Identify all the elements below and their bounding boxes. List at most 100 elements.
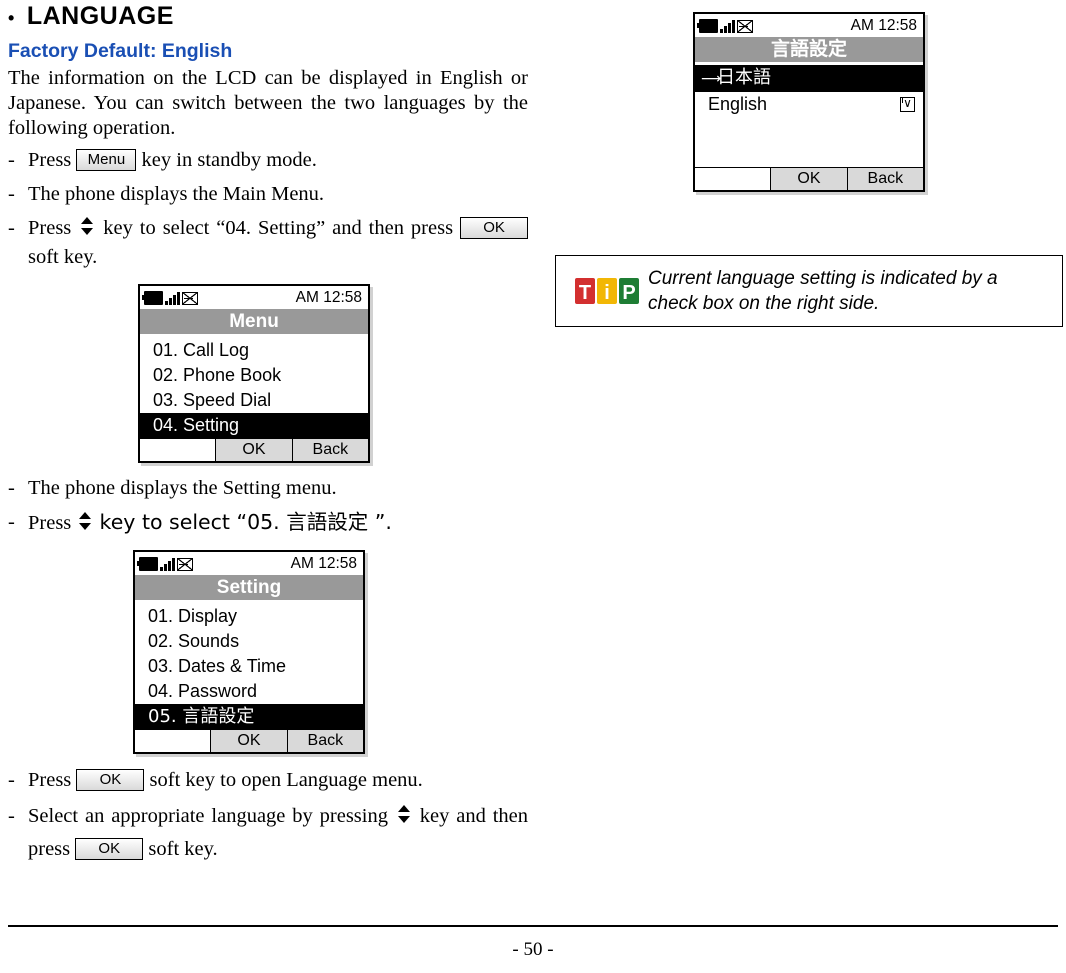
section-heading: • LANGUAGE — [8, 0, 528, 31]
menu-softkeys: OK Back — [140, 438, 368, 461]
language-title: 言語設定 — [695, 37, 923, 62]
page-number: - 50 - — [512, 939, 554, 960]
list-item-selected[interactable]: ⟶日本語 — [695, 65, 923, 92]
ok-key-1[interactable]: OK — [460, 217, 529, 239]
selection-arrow-icon: ⟶ — [701, 71, 722, 87]
softkey-left[interactable] — [695, 168, 771, 190]
language-checkbox[interactable]: ∨ — [900, 97, 915, 112]
step-1-post: key in standby mode. — [141, 149, 317, 171]
footer-divider — [8, 925, 1058, 927]
menu-screen-mock: AM 12:58 Menu 01. Call Log 02. Phone Boo… — [138, 284, 370, 463]
tip-logo-icon: T i P — [575, 278, 639, 304]
setting-title: Setting — [135, 575, 363, 600]
battery-icon — [142, 291, 163, 305]
step-7-post: soft key. — [148, 838, 218, 860]
factory-default-label: Factory Default: English — [8, 40, 233, 62]
softkey-back[interactable]: Back — [291, 439, 368, 461]
list-item[interactable]: English ∨ — [695, 92, 923, 117]
up-down-key-icon — [395, 804, 413, 824]
battery-icon — [697, 19, 718, 33]
setting-list: 01. Display 02. Sounds 03. Dates & Time … — [135, 600, 363, 729]
step-5-pre: Press — [28, 512, 72, 534]
step-dash: - — [8, 477, 15, 499]
message-icon — [181, 291, 198, 305]
signal-icon — [720, 19, 735, 33]
right-column: AM 12:58 言語設定 ⟶日本語 English ∨ OK Back T i… — [555, 0, 1065, 327]
step-5-text: Press key to select “05. 言語設定 ”. — [28, 508, 528, 538]
step-7-text: Select an appropriate language by pressi… — [28, 800, 528, 866]
step-1: - Press Menu key in standby mode. — [8, 146, 528, 175]
status-icons — [697, 19, 753, 33]
menu-list: 01. Call Log 02. Phone Book 03. Speed Di… — [140, 334, 368, 438]
list-item-selected[interactable]: 04. Setting — [140, 413, 368, 438]
step-3-text: Press key to select “04. Setting” and th… — [28, 214, 529, 272]
setting-statusbar: AM 12:58 — [135, 552, 363, 575]
setting-screen-mock: AM 12:58 Setting 01. Display 02. Sounds … — [133, 550, 365, 754]
menu-key[interactable]: Menu — [76, 149, 137, 171]
step-3-pre: Press — [28, 217, 72, 239]
list-item-empty — [695, 142, 923, 167]
step-dash: - — [8, 769, 15, 791]
tip-text: Current language setting is indicated by… — [648, 268, 998, 314]
intro-paragraph: The information on the LCD can be displa… — [8, 67, 528, 139]
menu-title: Menu — [140, 309, 368, 334]
check-glyph: ∨ — [903, 96, 912, 110]
manual-page: • LANGUAGE Factory Default: English The … — [0, 0, 1066, 973]
step-6: - Press OK soft key to open Language men… — [8, 766, 528, 795]
softkey-ok[interactable]: OK — [215, 439, 292, 461]
svg-text:T: T — [579, 282, 591, 304]
tip-box: T i P Current language setting is indica… — [555, 255, 1063, 327]
step-dash: - — [8, 183, 15, 205]
status-icons — [137, 557, 193, 571]
signal-icon — [160, 557, 175, 571]
step-1-pre: Press — [28, 149, 72, 171]
softkey-back[interactable]: Back — [846, 168, 923, 190]
list-item-selected[interactable]: 05. 言語設定 — [135, 704, 363, 729]
step-5: - Press key to select “05. 言語設定 ”. — [8, 508, 528, 538]
bullet-icon: • — [8, 8, 15, 28]
message-icon — [176, 557, 193, 571]
step-dash: - — [8, 149, 15, 171]
list-item[interactable]: 02. Sounds — [135, 629, 363, 654]
step-6-post: soft key to open Language menu. — [149, 769, 423, 791]
softkey-left[interactable] — [140, 439, 216, 461]
softkey-left[interactable] — [135, 730, 211, 752]
step-1-text: Press Menu key in standby mode. — [28, 146, 528, 175]
step-6-text: Press OK soft key to open Language menu. — [28, 766, 528, 795]
step-3-post: soft key. — [28, 246, 98, 268]
step-3-mid: key to select “04. Setting” and then pre… — [103, 217, 454, 239]
list-item-empty — [695, 117, 923, 142]
step-dash: - — [8, 805, 15, 827]
svg-text:i: i — [604, 282, 610, 304]
up-down-key-icon — [76, 511, 94, 531]
setting-clock: AM 12:58 — [290, 555, 357, 572]
list-item[interactable]: 03. Dates & Time — [135, 654, 363, 679]
tip-logo: T i P — [570, 272, 648, 310]
list-item[interactable]: 04. Password — [135, 679, 363, 704]
step-4-text: The phone displays the Setting menu. — [28, 477, 337, 499]
setting-softkeys: OK Back — [135, 729, 363, 752]
battery-icon — [137, 557, 158, 571]
ok-key-2[interactable]: OK — [76, 769, 145, 791]
signal-icon — [165, 291, 180, 305]
softkey-ok[interactable]: OK — [210, 730, 287, 752]
language-screen-mock: AM 12:58 言語設定 ⟶日本語 English ∨ OK Back — [693, 12, 925, 192]
softkey-ok[interactable]: OK — [770, 168, 847, 190]
step-3: - Press key to select “04. Setting” and … — [8, 214, 529, 272]
up-down-key-icon — [78, 216, 96, 236]
language-softkeys: OK Back — [695, 167, 923, 190]
softkey-back[interactable]: Back — [286, 730, 363, 752]
language-statusbar: AM 12:58 — [695, 14, 923, 37]
step-6-pre: Press — [28, 769, 72, 791]
list-item[interactable]: 01. Display — [135, 604, 363, 629]
ok-key-3[interactable]: OK — [75, 838, 144, 860]
step-7-pre: Select an appropriate language by pressi… — [28, 805, 388, 827]
step-dash: - — [8, 511, 15, 533]
list-item[interactable]: 03. Speed Dial — [140, 388, 368, 413]
list-item[interactable]: 02. Phone Book — [140, 363, 368, 388]
left-column: • LANGUAGE Factory Default: English The … — [8, 0, 529, 866]
language-list: ⟶日本語 English ∨ — [695, 62, 923, 167]
step-4: - The phone displays the Setting menu. — [8, 474, 528, 503]
list-item[interactable]: 01. Call Log — [140, 338, 368, 363]
status-icons — [142, 291, 198, 305]
